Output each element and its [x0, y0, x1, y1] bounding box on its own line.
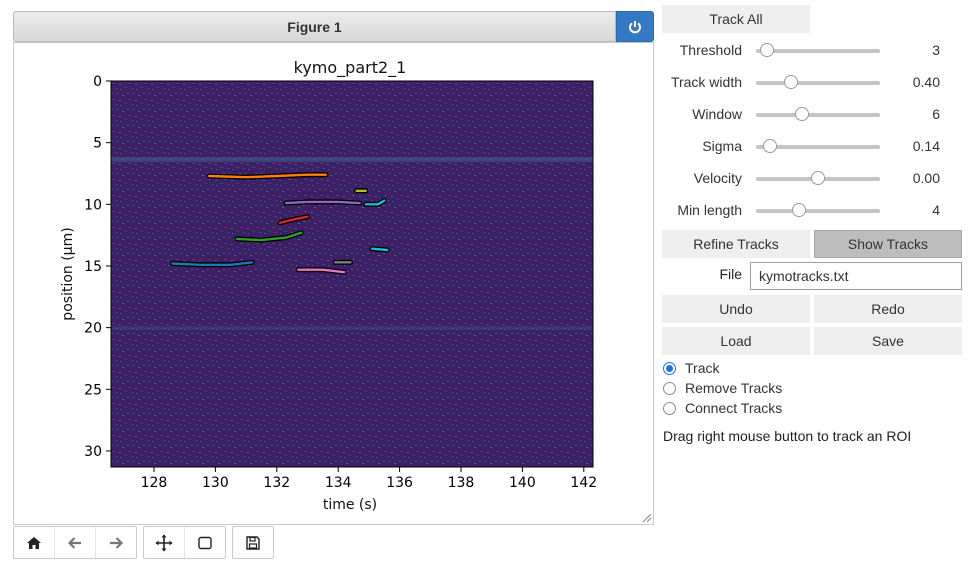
save-figure-button[interactable]	[233, 527, 273, 558]
slider-thumb[interactable]	[760, 43, 775, 57]
slider-row-window: Window 6	[662, 103, 962, 127]
radio-button[interactable]	[663, 381, 676, 395]
radio-label: Remove Tracks	[685, 380, 783, 396]
faint-band-2	[111, 326, 593, 330]
slider-row-min-length: Min length 4	[662, 199, 962, 223]
x-tick-label: 128	[141, 475, 168, 491]
y-axis: 0 5 10 15 20 25 30	[84, 74, 111, 460]
move-icon	[155, 534, 173, 551]
slider-label: Velocity	[693, 170, 742, 186]
x-tick-label: 138	[448, 475, 475, 491]
y-tick-label: 30	[84, 444, 102, 460]
radio-option-remove-tracks[interactable]: Remove Tracks	[663, 378, 782, 398]
slider-thumb[interactable]	[792, 203, 807, 217]
pan-button[interactable]	[144, 527, 185, 558]
figure-toolbar	[13, 526, 280, 559]
radio-label: Track	[685, 360, 720, 376]
track-line-9[interactable]	[370, 247, 389, 252]
slider-value: 4	[932, 202, 940, 218]
slider-value: 3	[932, 42, 940, 58]
figure-title: Figure 1	[287, 18, 342, 35]
save-button[interactable]: Save	[814, 327, 962, 355]
forward-arrow-icon	[110, 536, 124, 549]
x-tick-label: 136	[386, 475, 413, 491]
slider-label: Threshold	[679, 42, 742, 58]
kymograph-plot[interactable]: kymo_part2_1 128 130 132 134 136 138 140 142 0 5…	[14, 43, 653, 524]
refine-tracks-button[interactable]: Refine Tracks	[662, 230, 810, 258]
slider-label: Track width	[670, 74, 742, 90]
y-tick-label: 5	[93, 136, 102, 152]
plot-title: kymo_part2_1	[294, 58, 407, 78]
slider-label: Window	[692, 106, 742, 122]
slider-thumb[interactable]	[811, 171, 825, 185]
slider-thumb[interactable]	[783, 75, 798, 89]
x-axis: 128 130 132 134 136 138 140 142	[141, 467, 597, 491]
save-icon	[246, 535, 260, 550]
slider-label: Min length	[677, 202, 742, 218]
x-tick-label: 134	[325, 475, 352, 491]
power-button[interactable]	[616, 11, 654, 42]
slider-track[interactable]	[756, 113, 880, 117]
toolbar-tools-group	[143, 526, 226, 559]
figure-title-bar: Figure 1	[13, 11, 616, 42]
back-button[interactable]	[55, 527, 96, 558]
hint-text: Drag right mouse button to track an ROI	[663, 428, 912, 444]
slider-row-threshold: Threshold 3	[662, 39, 962, 63]
slider-row-velocity: Velocity 0.00	[662, 167, 962, 191]
resize-grip-icon[interactable]	[642, 513, 652, 523]
forward-button[interactable]	[96, 527, 136, 558]
zoom-rect-button[interactable]	[185, 527, 225, 558]
slider-value: 0.40	[912, 74, 940, 90]
y-tick-label: 15	[84, 259, 102, 275]
load-button[interactable]: Load	[662, 327, 810, 355]
track-all-button[interactable]: Track All	[662, 5, 810, 33]
home-icon	[27, 536, 41, 549]
slider-track[interactable]	[756, 81, 880, 85]
slider-label: Sigma	[702, 138, 742, 154]
y-tick-label: 0	[93, 74, 102, 90]
slider-thumb[interactable]	[794, 107, 809, 121]
slider-value: 6	[932, 106, 940, 122]
x-tick-label: 142	[570, 475, 597, 491]
x-tick-label: 140	[509, 475, 536, 491]
x-tick-label: 130	[202, 475, 229, 491]
show-tracks-button[interactable]: Show Tracks	[814, 230, 962, 258]
toolbar-nav-group	[13, 526, 137, 559]
toolbar-save-group	[232, 526, 274, 559]
zoom-rect-icon	[198, 536, 212, 549]
slider-value: 0.00	[912, 170, 940, 186]
faint-band	[111, 157, 593, 162]
slider-thumb[interactable]	[762, 139, 777, 153]
radio-option-track[interactable]: Track	[663, 358, 719, 378]
back-arrow-icon	[67, 536, 81, 549]
x-axis-label: time (s)	[323, 497, 377, 513]
slider-row-sigma: Sigma 0.14	[662, 135, 962, 159]
y-axis-label: position (μm)	[60, 227, 76, 320]
redo-button[interactable]: Redo	[814, 295, 962, 323]
track-line-1[interactable]	[284, 200, 361, 205]
radio-button[interactable]	[663, 401, 676, 415]
figure-canvas[interactable]: kymo_part2_1 128 130 132 134 136 138 140 142 0 5…	[13, 42, 654, 525]
slider-track[interactable]	[756, 49, 880, 53]
file-label: File	[719, 266, 742, 282]
x-tick-label: 132	[263, 475, 290, 491]
radio-button[interactable]	[663, 361, 676, 375]
y-tick-label: 10	[84, 197, 102, 213]
slider-value: 0.14	[912, 138, 940, 154]
slider-row-track-width: Track width 0.40	[662, 71, 962, 95]
home-button[interactable]	[14, 527, 55, 558]
radio-option-connect-tracks[interactable]: Connect Tracks	[663, 398, 782, 418]
undo-button[interactable]: Undo	[662, 295, 810, 323]
power-icon	[629, 20, 641, 33]
slider-track[interactable]	[756, 209, 880, 213]
radio-label: Connect Tracks	[685, 400, 783, 416]
heatmap-image	[111, 81, 593, 467]
y-tick-label: 25	[84, 382, 102, 398]
y-tick-label: 20	[84, 321, 102, 337]
file-name-input[interactable]: kymotracks.txt	[750, 262, 962, 290]
